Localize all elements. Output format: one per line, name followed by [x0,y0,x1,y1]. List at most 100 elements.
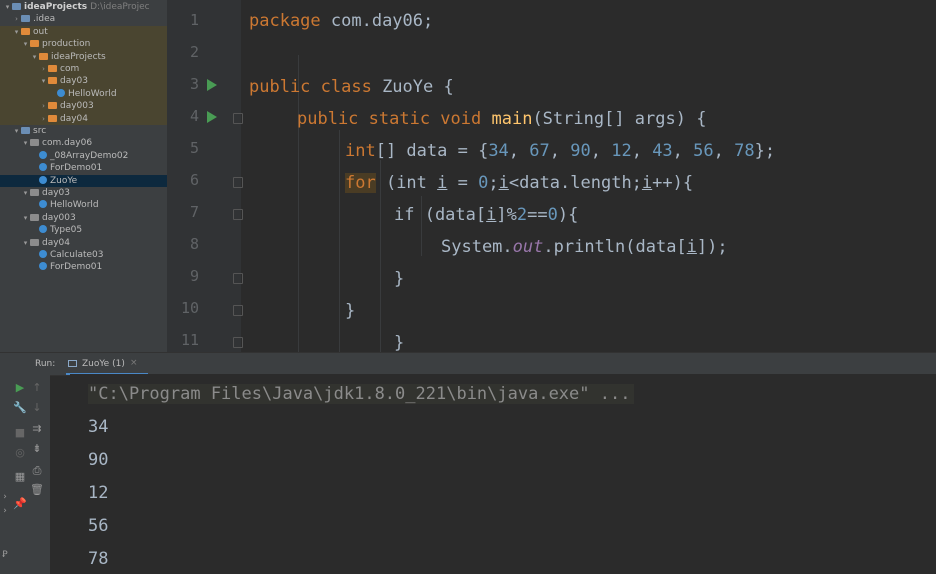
line-number: 3 [189,75,199,93]
class-icon [57,88,65,97]
chevron-right-icon[interactable]: › [39,100,48,112]
package-icon [30,139,39,147]
tree-item-ideaprojects[interactable]: ▾ ideaProjects [0,50,167,63]
tree-item-label: com.day06 [42,138,93,149]
class-icon [39,175,47,184]
console-line: 56 [88,516,109,536]
chevron-down-icon[interactable]: ▾ [21,187,30,199]
code-line-1: package com.day06; [249,11,434,31]
package-icon [30,238,39,246]
tree-item-ideaprojects[interactable]: ▾ ideaProjects D:\ideaProjec [0,1,167,13]
chevron-down-icon[interactable]: ▾ [30,51,39,63]
chevron-down-icon[interactable]: ▾ [39,75,48,87]
left-tool-strip: › › Ꝑ [0,374,12,574]
class-icon [39,250,47,258]
tree-item-label: day003 [42,212,76,223]
tab-zuoye-run[interactable]: ZuoYe (1) × [66,353,148,375]
tree-item-com[interactable]: › com [0,63,167,76]
trash-icon[interactable]: 🗑 [29,483,45,496]
scroll-end-icon[interactable]: ⇟ [29,442,45,455]
tree-item-helloworld[interactable]: HelloWorld [0,199,167,211]
folder-icon [21,15,30,23]
tree-item-out[interactable]: ▾ out [0,25,167,39]
tree-item-label: .idea [33,14,56,25]
class-icon [39,163,47,172]
stop-icon[interactable]: ■ [12,426,28,439]
console-line: 90 [88,450,109,470]
tree-item-helloworld[interactable]: HelloWorld [0,87,167,101]
tree-item-fordemo01[interactable]: ForDemo01 [0,261,167,273]
tree-item-fordemo01[interactable]: ForDemo01 [0,162,167,174]
tree-item-label: day003 [60,101,94,112]
chevron-down-icon[interactable]: ▾ [12,26,21,38]
run-gutter-icon[interactable] [207,111,217,123]
tree-item-day03[interactable]: ▾ day03 [0,187,167,199]
line-number: 11 [180,331,199,349]
fold-icon[interactable] [233,305,243,316]
code-editor[interactable]: 1 2 3 4 5 6 7 8 9 10 11 package com.day06; public … [167,0,936,352]
chevron-right-icon[interactable]: › [39,63,48,75]
console-output[interactable]: "C:\Program Files\Java\jdk1.8.0_221\bin\… [70,374,936,574]
fold-icon[interactable] [233,113,243,124]
tree-item-day04[interactable]: ▾ day04 [0,237,167,249]
fold-icon[interactable] [233,273,243,284]
camera-icon[interactable]: ◎ [12,446,28,459]
fold-icon[interactable] [233,177,243,188]
chevron-down-icon[interactable]: ▾ [21,137,30,149]
folder-icon [21,127,30,134]
fold-icon[interactable] [233,209,243,220]
tree-item-label: ZuoYe [50,175,78,186]
chevron-right-icon[interactable]: › [12,13,21,25]
tree-item-label: ideaProjects [24,2,88,12]
run-label: Run: [35,359,56,369]
class-icon [39,225,47,234]
line-number: 6 [189,171,199,189]
tree-item-calculate03[interactable]: Calculate03 [0,249,167,261]
package-icon [30,189,39,196]
chevron-down-icon[interactable]: ▾ [21,212,30,224]
print-icon[interactable]: ⎙ [29,464,45,478]
code-line-6: for (int i = 0;i<data.length;i++){ [345,173,694,193]
run-gutter-icon[interactable] [207,79,217,91]
tree-item-path: D:\ideaProjec [90,2,150,12]
chevron-down-icon[interactable]: ▾ [21,237,30,249]
chevron-right-icon[interactable]: › [39,113,48,125]
up-arrow-icon[interactable]: ↑ [29,381,45,394]
tree-item-com-day06[interactable]: ▾ com.day06 [0,137,167,149]
tree-item-day003[interactable]: ▾ day003 [0,212,167,224]
down-arrow-icon[interactable]: ↓ [29,401,45,414]
soft-wrap-icon[interactable]: ⇉ [29,422,45,435]
tree-item-src[interactable]: ▾ src [0,125,167,137]
console-icon [68,360,77,367]
close-icon[interactable]: × [130,358,138,368]
tree-item-day003[interactable]: › day003 [0,100,167,113]
tree-item-08arraydemo02[interactable]: _08ArrayDemo02 [0,150,167,162]
tree-item-label: day03 [60,76,89,87]
run-icon[interactable]: ▶ [12,381,28,394]
tree-item-label: HelloWorld [68,88,117,99]
folder-icon [30,40,39,48]
console-line: 78 [88,549,109,569]
fold-icon[interactable] [233,337,243,348]
chevron-down-icon[interactable]: ▾ [12,125,21,137]
tree-item-type05[interactable]: Type05 [0,224,167,236]
code-line-7: if (data[i]%2==0){ [394,205,579,225]
tree-item-zuoye[interactable]: ZuoYe [0,174,167,187]
layout-icon[interactable]: ▦ [12,470,28,483]
indent-guide [339,130,340,352]
tree-item-day04[interactable]: › day04 [0,112,167,125]
chevron-down-icon[interactable]: ▾ [21,38,30,50]
run-toolbar: ▶ ↑ 🔧 ↓ ■ ⇉ ◎ ⇟ ▦ ⎙ 🗑 📌 [12,374,50,574]
code-line-8: System.out.println(data[i]); [441,237,728,257]
chevron-down-icon[interactable]: ▾ [3,1,12,13]
code-line-9: } [394,269,405,289]
tree-item-production[interactable]: ▾ production [0,38,167,51]
folder-icon [48,65,57,72]
tree-item-idea[interactable]: › .idea [0,13,167,25]
wrench-icon[interactable]: 🔧 [12,401,28,414]
folder-icon [48,114,57,122]
project-tree: ▾ ideaProjects D:\ideaProjec › .idea ▾ out ▾ pro… [0,0,167,352]
tree-item-label: day03 [42,188,71,198]
pin-icon[interactable]: 📌 [12,497,28,510]
tree-item-day03[interactable]: ▾ day03 [0,75,167,88]
